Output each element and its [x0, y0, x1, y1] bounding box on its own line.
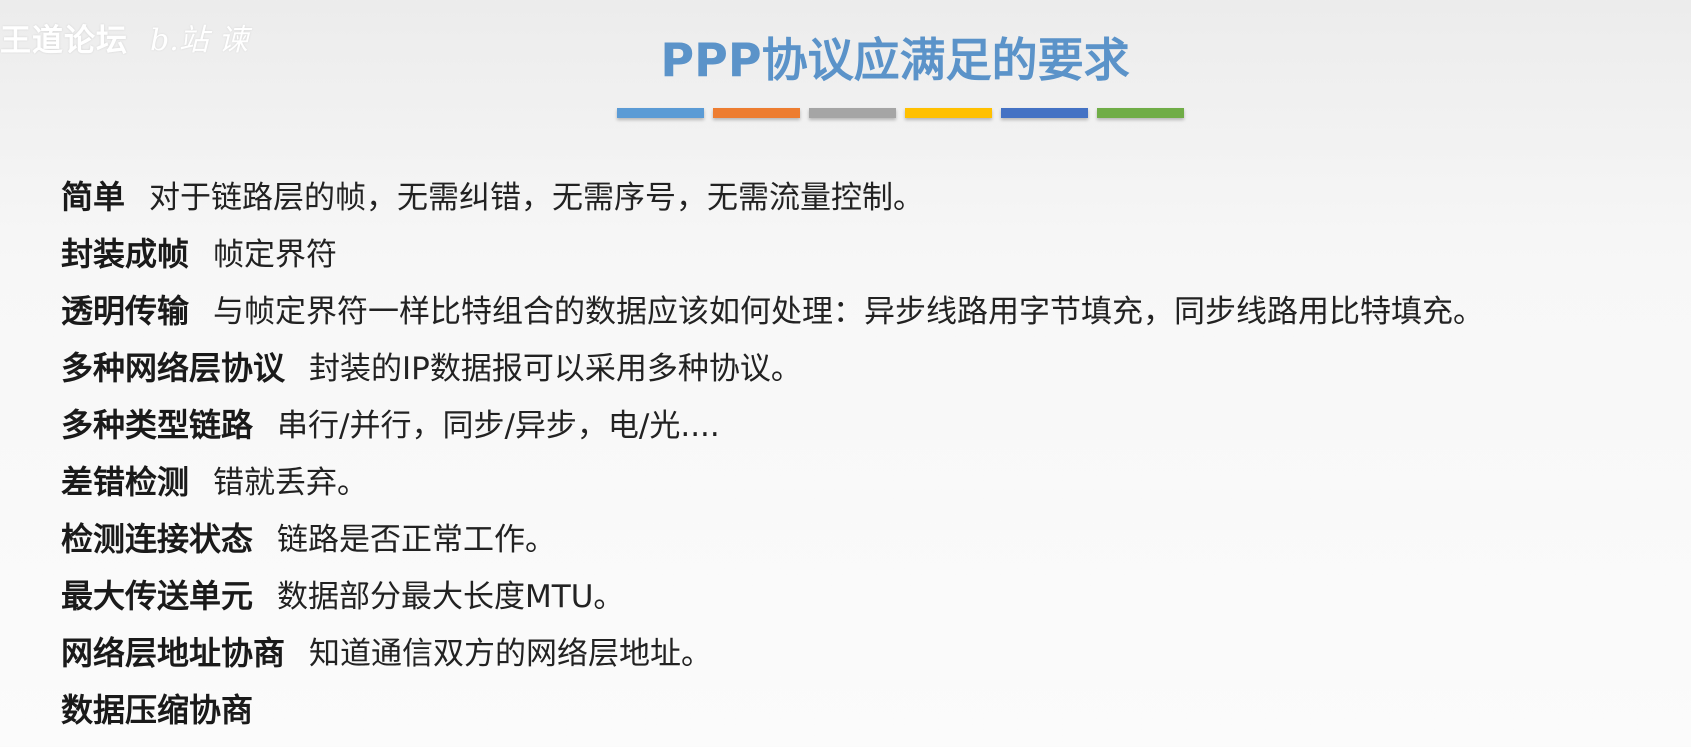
item-desc: 错就丢弃。 — [213, 465, 369, 501]
list-item-address-negotiation: 网络层地址协商 知道通信双方的网络层地址。 — [61, 628, 1484, 685]
list-item-network-protocols: 多种网络层协议 封装的IP数据报可以采用多种协议。 — [61, 343, 1484, 400]
list-item-transparent-transmission: 透明传输 与帧定界符一样比特组合的数据应该如何处理：异步线路用字节填充，同步线路… — [61, 286, 1484, 343]
requirements-list: 简单 对于链路层的帧，无需纠错，无需序号，无需流量控制。 封装成帧 帧定界符 透… — [61, 172, 1484, 742]
item-term: 最大传送单元 — [61, 577, 254, 615]
item-term: 多种类型链路 — [61, 406, 254, 444]
item-term: 网络层地址协商 — [61, 634, 286, 672]
item-desc: 与帧定界符一样比特组合的数据应该如何处理：异步线路用字节填充，同步线路用比特填充… — [213, 294, 1485, 330]
list-item-error-detection: 差错检测 错就丢弃。 — [61, 457, 1484, 514]
item-desc: 数据部分最大长度MTU。 — [277, 579, 625, 615]
item-desc: 封装的IP数据报可以采用多种协议。 — [309, 351, 802, 387]
list-item-connection-status: 检测连接状态 链路是否正常工作。 — [61, 514, 1484, 571]
item-desc: 帧定界符 — [213, 237, 338, 273]
color-bar-segment-yellow — [905, 108, 992, 118]
item-desc: 链路是否正常工作。 — [277, 522, 557, 558]
list-item-simple: 简单 对于链路层的帧，无需纠错，无需序号，无需流量控制。 — [61, 172, 1484, 229]
item-term: 透明传输 — [61, 292, 190, 330]
color-bar-segment-green — [1097, 108, 1184, 118]
item-desc: 串行/并行，同步/异步，电/光.... — [277, 408, 720, 444]
item-term: 多种网络层协议 — [61, 349, 286, 387]
item-term: 简单 — [61, 178, 126, 216]
list-item-framing: 封装成帧 帧定界符 — [61, 229, 1484, 286]
list-item-mtu: 最大传送单元 数据部分最大长度MTU。 — [61, 571, 1484, 628]
item-term: 检测连接状态 — [61, 520, 254, 558]
color-bar-segment-gray — [809, 108, 896, 118]
title-color-bar — [617, 108, 1184, 118]
item-term: 数据压缩协商 — [61, 691, 254, 729]
list-item-compression-negotiation: 数据压缩协商 — [61, 685, 1484, 742]
color-bar-segment-darkblue — [1001, 108, 1088, 118]
color-bar-segment-orange — [713, 108, 800, 118]
item-desc: 对于链路层的帧，无需纠错，无需序号，无需流量控制。 — [149, 180, 925, 216]
list-item-link-types: 多种类型链路 串行/并行，同步/异步，电/光.... — [61, 400, 1484, 457]
item-term: 封装成帧 — [61, 235, 190, 273]
item-term: 差错检测 — [61, 463, 190, 501]
slide-title: PPP协议应满足的要求 — [660, 33, 1130, 87]
item-desc: 知道通信双方的网络层地址。 — [309, 636, 713, 672]
color-bar-segment-blue — [617, 108, 704, 118]
